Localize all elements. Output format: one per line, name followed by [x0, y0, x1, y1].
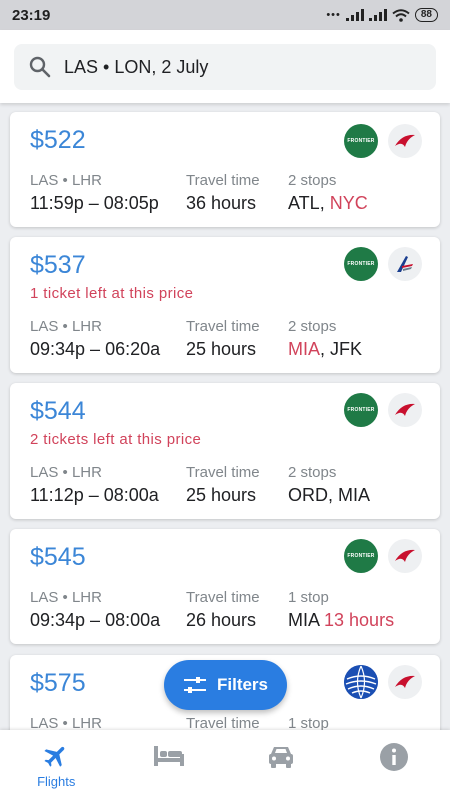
stops-column: 1 stop MIA 13 hours: [288, 589, 394, 631]
flight-times: 09:34p – 06:20a: [30, 339, 161, 359]
frontier-logo: FRONTIER: [344, 539, 378, 573]
flight-card[interactable]: $544 2 tickets left at this price FRONTI…: [10, 383, 440, 519]
duration-column: Travel time 26 hours: [186, 589, 260, 631]
stops-count: 2 stops: [288, 318, 337, 335]
travel-duration: 36 hours: [186, 193, 257, 213]
stops-count: 1 stop: [288, 589, 329, 606]
route-label: LAS • LHR: [30, 172, 102, 189]
travel-duration: 25 hours: [186, 339, 257, 359]
virgin-logo: [388, 124, 422, 158]
travel-time-label: Travel time: [186, 464, 260, 481]
stops-detail: MIA, JFK: [288, 339, 363, 359]
virgin-logo: [388, 539, 422, 573]
nav-cars[interactable]: [225, 730, 338, 800]
bottom-navigation: Flights: [0, 730, 450, 800]
status-icons: ••• 88: [326, 8, 438, 22]
frontier-logo: FRONTIER: [344, 247, 378, 281]
flight-card[interactable]: $537 1 ticket left at this price FRONTIE…: [10, 237, 440, 373]
status-time: 23:19: [12, 6, 51, 24]
travel-time-label: Travel time: [186, 589, 260, 606]
stops-column: 2 stops ORD, MIA: [288, 464, 370, 506]
flight-price: $537: [30, 251, 86, 279]
airplane-icon: [44, 746, 65, 767]
stops-column: 1 stop: [288, 715, 329, 730]
route-column: LAS • LHR 11:59p – 08:05p: [30, 172, 159, 214]
stops-count: 1 stop: [288, 715, 329, 730]
flight-times: 11:59p – 08:05p: [30, 193, 159, 213]
nav-flights[interactable]: Flights: [0, 730, 113, 800]
filter-sliders-icon: [183, 677, 206, 693]
search-header: LAS • LON, 2 July: [0, 30, 450, 103]
nav-info[interactable]: [338, 730, 450, 800]
filters-button[interactable]: Filters: [164, 660, 287, 710]
bed-icon: [153, 746, 184, 766]
route-label: LAS • LHR: [30, 589, 102, 606]
flight-price: $522: [30, 126, 86, 154]
car-icon: [269, 747, 294, 768]
filters-label: Filters: [216, 675, 269, 694]
airline-logos: FRONTIER: [344, 539, 422, 573]
route-column: LAS • LHR: [30, 715, 102, 730]
duration-column: Travel time 36 hours: [186, 172, 260, 214]
nav-flights-label: Flights: [37, 774, 76, 789]
duration-column: Travel time 25 hours: [186, 318, 260, 360]
virgin-logo: [388, 665, 422, 699]
travel-time-label: Travel time: [186, 715, 260, 730]
flight-price: $575: [30, 669, 86, 697]
signal-icon: [345, 9, 364, 21]
flight-card[interactable]: $522 FRONTIER LAS • LHR 11:59p – 08:05p …: [10, 112, 440, 227]
flight-times: 09:34p – 08:00a: [30, 610, 161, 630]
stops-column: 2 stops MIA, JFK: [288, 318, 362, 360]
airline-logos: FRONTIER: [344, 124, 422, 158]
virgin-logo: [388, 393, 422, 427]
stops-count: 2 stops: [288, 464, 337, 481]
signal-icon-2: [368, 9, 387, 21]
route-label: LAS • LHR: [30, 318, 102, 335]
stops-detail: MIA 13 hours: [288, 610, 395, 630]
american-logo: [388, 247, 422, 281]
route-label: LAS • LHR: [30, 715, 102, 730]
info-icon: [379, 743, 408, 771]
tickets-left-alert: 1 ticket left at this price: [30, 285, 194, 302]
search-icon: [29, 56, 51, 78]
search-bar[interactable]: LAS • LON, 2 July: [14, 44, 436, 90]
travel-time-label: Travel time: [186, 172, 260, 189]
frontier-logo: FRONTIER: [344, 124, 378, 158]
flight-results-list: $522 FRONTIER LAS • LHR 11:59p – 08:05p …: [0, 103, 450, 730]
flight-price: $544: [30, 397, 86, 425]
duration-column: Travel time: [186, 715, 260, 730]
duration-column: Travel time 25 hours: [186, 464, 260, 506]
flight-card[interactable]: $545 FRONTIER LAS • LHR 09:34p – 08:00a …: [10, 529, 440, 644]
tickets-left-alert: 2 tickets left at this price: [30, 431, 202, 448]
notification-dots-icon: •••: [326, 9, 341, 21]
stops-count: 2 stops: [288, 172, 337, 189]
airline-logos: FRONTIER: [344, 393, 422, 427]
route-column: LAS • LHR 09:34p – 08:00a: [30, 589, 160, 631]
united-logo: [344, 665, 378, 699]
flight-price: $545: [30, 543, 86, 571]
wifi-icon: [392, 8, 410, 22]
route-label: LAS • LHR: [30, 464, 102, 481]
airline-logos: [344, 665, 422, 699]
stops-detail: ATL, NYC: [288, 193, 368, 213]
stops-column: 2 stops ATL, NYC: [288, 172, 368, 214]
airline-logos: FRONTIER: [344, 247, 422, 281]
route-column: LAS • LHR 11:12p – 08:00a: [30, 464, 159, 506]
travel-time-label: Travel time: [186, 318, 260, 335]
status-bar: 23:19 ••• 88: [0, 0, 450, 30]
flight-times: 11:12p – 08:00a: [30, 485, 159, 505]
battery-icon: 88: [414, 8, 438, 22]
travel-duration: 25 hours: [186, 485, 257, 505]
route-column: LAS • LHR 09:34p – 06:20a: [30, 318, 160, 360]
frontier-logo: FRONTIER: [344, 393, 378, 427]
nav-hotels[interactable]: [113, 730, 226, 800]
search-query: LAS • LON, 2 July: [64, 56, 209, 77]
stops-detail: ORD, MIA: [288, 485, 371, 505]
travel-duration: 26 hours: [186, 610, 257, 630]
